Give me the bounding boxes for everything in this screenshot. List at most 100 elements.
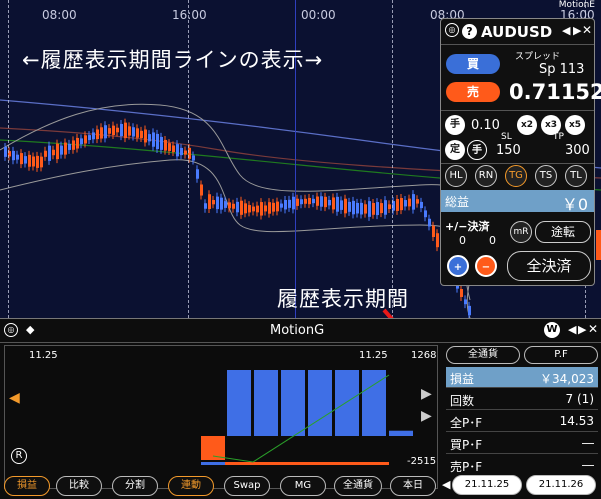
- candle-body: [268, 202, 271, 214]
- candle-body: [116, 127, 119, 133]
- tp-label: TP: [553, 132, 564, 142]
- profit-bar: [389, 430, 413, 436]
- reverse-button[interactable]: 途転: [535, 221, 591, 243]
- sell-button[interactable]: 売: [446, 82, 500, 102]
- scroll-right-icon[interactable]: ▶: [421, 386, 432, 402]
- settle-plus-button[interactable]: +: [447, 255, 469, 277]
- multiplier-x2-button[interactable]: x2: [517, 115, 537, 135]
- candle-body: [264, 205, 267, 212]
- mode-rn-button[interactable]: RN: [475, 165, 497, 187]
- candle-body: [404, 200, 407, 207]
- candle-body: [416, 199, 419, 204]
- close-icon[interactable]: ✕: [582, 23, 592, 37]
- mode-hl-button[interactable]: HL: [445, 165, 467, 187]
- date-prev-icon[interactable]: ◀: [442, 478, 450, 491]
- help-icon[interactable]: ?: [462, 24, 477, 39]
- stat-label: 買P･F: [450, 438, 483, 452]
- candle-body: [48, 145, 51, 161]
- candle-body: [320, 196, 323, 207]
- tp-value[interactable]: 300: [565, 143, 590, 158]
- collapse-icon[interactable]: ◆: [26, 323, 34, 336]
- today-button[interactable]: 本日: [390, 476, 436, 496]
- settle-plus-count: 0: [459, 234, 466, 247]
- candle-body: [44, 150, 47, 157]
- graph-end-date: 11.25: [359, 350, 388, 361]
- settle-minus-button[interactable]: −: [475, 255, 497, 277]
- sl-value[interactable]: 150: [496, 143, 521, 158]
- candle-body: [308, 197, 311, 205]
- candle-body: [356, 202, 359, 214]
- profit-button[interactable]: 損益: [4, 476, 50, 496]
- fixed-icon[interactable]: 定: [445, 140, 465, 160]
- motiong-title: MotionG: [270, 323, 325, 338]
- candle-body: [72, 140, 75, 150]
- mouse-icon[interactable]: ◎: [4, 323, 18, 337]
- candle-body: [424, 210, 427, 218]
- candle-body: [180, 147, 183, 156]
- candle-body: [352, 200, 355, 215]
- candle-body: [236, 201, 239, 213]
- link-button[interactable]: 連動: [168, 476, 214, 496]
- mr-button[interactable]: mR: [510, 221, 532, 243]
- graph-max-value: 1268: [411, 350, 437, 361]
- pf-tab[interactable]: P.F: [524, 346, 598, 364]
- all-currency-button[interactable]: 全通貨: [334, 476, 382, 496]
- candle-body: [420, 201, 423, 209]
- candle-body: [348, 201, 351, 212]
- prev-arrow-icon[interactable]: ◀: [562, 24, 570, 37]
- lot-icon[interactable]: 手: [445, 115, 465, 135]
- next-arrow-icon[interactable]: ▶: [578, 323, 586, 336]
- candle-body: [20, 153, 23, 165]
- mg-button[interactable]: MG: [280, 476, 326, 496]
- candle-body: [412, 194, 415, 210]
- stat-row-profit: 損益 ￥34,023: [446, 367, 598, 388]
- split-button[interactable]: 分割: [112, 476, 158, 496]
- date-to-button[interactable]: 21.11.26: [526, 475, 596, 495]
- scroll-left-icon[interactable]: ◀: [9, 390, 20, 406]
- motiong-graph[interactable]: 11.25 11.25 1268 -2515 ◀ ▶ ▶ R: [4, 345, 438, 489]
- close-all-button[interactable]: 全決済: [507, 251, 591, 281]
- prev-arrow-icon[interactable]: ◀: [568, 323, 576, 336]
- history-period-caption: 履歴表示期間: [277, 287, 409, 311]
- stat-value: 7 (1): [565, 392, 594, 406]
- mode-tl-button[interactable]: TL: [565, 165, 587, 187]
- candle-body: [328, 199, 331, 206]
- next-arrow-icon[interactable]: ▶: [573, 24, 581, 37]
- stat-label: 損益: [450, 372, 475, 386]
- compare-button[interactable]: 比較: [56, 476, 102, 496]
- symbol-label[interactable]: AUDUSD: [481, 23, 552, 41]
- date-from-button[interactable]: 21.11.25: [452, 475, 522, 495]
- history-end-line: [392, 0, 393, 318]
- candle-body: [192, 155, 195, 161]
- candle-body: [148, 134, 151, 142]
- buy-button[interactable]: 買: [446, 54, 500, 74]
- stat-label: 回数: [450, 394, 475, 408]
- scroll-end-icon[interactable]: ▶: [421, 408, 432, 424]
- stat-row-buy-pf: 買P･F ―: [446, 433, 598, 454]
- mode-tg-button[interactable]: TG: [505, 165, 527, 187]
- all-currency-tab[interactable]: 全通貨: [446, 346, 520, 364]
- candle-body: [80, 138, 83, 145]
- multiplier-x5-button[interactable]: x5: [565, 115, 585, 135]
- settle-label: +/−決済: [445, 220, 490, 233]
- w-badge[interactable]: W: [544, 322, 560, 338]
- candle-body: [76, 137, 79, 149]
- swap-button[interactable]: Swap: [224, 476, 270, 496]
- fixed-lot-icon[interactable]: 手: [467, 140, 487, 160]
- candle-body: [216, 196, 219, 210]
- candle-body: [200, 184, 203, 196]
- candle-body: [280, 203, 283, 208]
- motiong-title-bar: ◎ ◆ MotionG W ◀ ▶ ✕: [0, 319, 601, 343]
- candle-body: [240, 200, 243, 215]
- spread-label: スプレッド: [515, 52, 561, 62]
- candle-body: [84, 135, 87, 144]
- candle-body: [372, 202, 375, 215]
- r-badge[interactable]: R: [11, 448, 27, 464]
- mode-ts-button[interactable]: TS: [535, 165, 557, 187]
- divider: [441, 110, 594, 111]
- candle-body: [380, 203, 383, 214]
- close-icon[interactable]: ✕: [588, 322, 598, 336]
- candle-body: [400, 198, 403, 211]
- mouse-icon[interactable]: ◎: [445, 23, 459, 37]
- stat-row-sell-pf: 売P･F ―: [446, 455, 598, 476]
